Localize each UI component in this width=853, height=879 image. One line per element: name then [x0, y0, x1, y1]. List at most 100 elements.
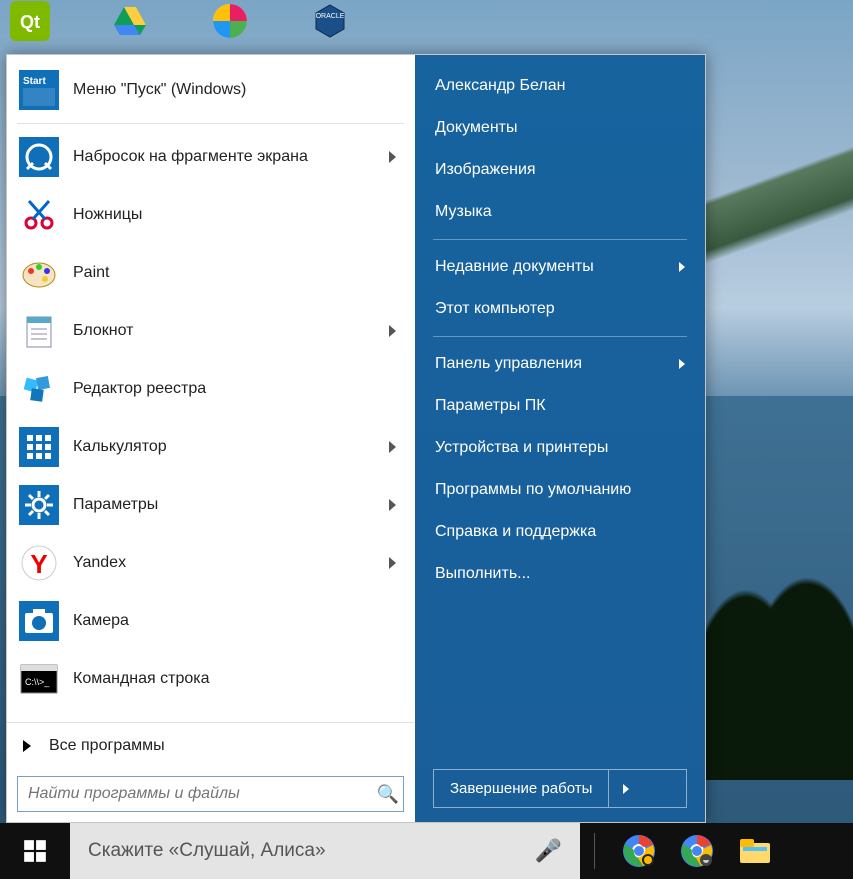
shutdown-row: Завершение работы [415, 759, 705, 822]
link-label: Устройства и принтеры [435, 439, 608, 457]
link-label: Панель управления [435, 355, 582, 373]
program-settings[interactable]: Параметры [13, 476, 408, 534]
start-button[interactable] [0, 823, 70, 879]
pc-settings-link[interactable]: Параметры ПК [415, 385, 705, 427]
link-label: Программы по умолчанию [435, 481, 631, 499]
search-icon[interactable]: 🔍 [373, 784, 403, 805]
default-programs-link[interactable]: Программы по умолчанию [415, 469, 705, 511]
user-name-link[interactable]: Александр Белан [415, 65, 705, 107]
pictures-link[interactable]: Изображения [415, 149, 705, 191]
program-notepad[interactable]: Блокнот [13, 302, 408, 360]
scissors-icon [19, 195, 59, 235]
submenu-arrow-icon [389, 441, 396, 453]
link-label: Изображения [435, 161, 536, 179]
spacer [415, 595, 705, 759]
help-support-link[interactable]: Справка и поддержка [415, 511, 705, 553]
program-label: Блокнот [73, 322, 389, 340]
start-menu-left-pane: Start Меню "Пуск" (Windows) Набросок на … [7, 55, 415, 822]
program-label: Paint [73, 264, 402, 282]
svg-text:Qt: Qt [20, 12, 40, 32]
start-tile-icon: Start [19, 70, 59, 110]
gear-icon [19, 485, 59, 525]
taskbar-chrome-1[interactable] [621, 833, 657, 869]
search-box[interactable]: 🔍 [17, 776, 404, 812]
submenu-arrow-icon [389, 557, 396, 569]
start-menu-divider [17, 123, 404, 124]
regedit-icon [19, 369, 59, 409]
svg-text:Start: Start [23, 76, 46, 87]
windows-logo-icon [22, 838, 48, 864]
program-regedit[interactable]: Редактор реестра [13, 360, 408, 418]
program-label: Камера [73, 612, 402, 630]
wallpaper-trees [700, 480, 853, 780]
control-panel-link[interactable]: Панель управления [415, 343, 705, 385]
shutdown-button[interactable]: Завершение работы [434, 770, 608, 807]
start-menu: Start Меню "Пуск" (Windows) Набросок на … [6, 54, 706, 823]
paint-icon [19, 253, 59, 293]
link-label: Выполнить... [435, 565, 531, 583]
yandex-icon: Y [19, 543, 59, 583]
recent-docs-link[interactable]: Недавние документы [415, 246, 705, 288]
taskbar-file-explorer[interactable] [737, 833, 773, 869]
program-snipping-tool[interactable]: Ножницы [13, 186, 408, 244]
this-pc-link[interactable]: Этот компьютер [415, 288, 705, 330]
devices-printers-link[interactable]: Устройства и принтеры [415, 427, 705, 469]
svg-text:C:\\>_: C:\\>_ [25, 677, 50, 687]
submenu-arrow-icon [389, 325, 396, 337]
shutdown-label: Завершение работы [450, 780, 592, 797]
start-menu-right-pane: Александр Белан Документы Изображения Му… [415, 55, 705, 822]
submenu-arrow-icon [679, 359, 685, 369]
program-label: Калькулятор [73, 438, 389, 456]
desktop-icon-drive[interactable] [110, 1, 150, 41]
snip-sketch-icon [19, 137, 59, 177]
link-label: Недавние документы [435, 258, 594, 276]
run-link[interactable]: Выполнить... [415, 553, 705, 595]
submenu-arrow-icon [679, 262, 685, 272]
music-link[interactable]: Музыка [415, 191, 705, 233]
program-label: Yandex [73, 554, 389, 572]
shutdown-options-button[interactable] [608, 770, 642, 807]
desktop-icon-qt[interactable]: Qt [10, 1, 50, 41]
taskbar-chrome-2[interactable] [679, 833, 715, 869]
all-programs-arrow-icon [23, 740, 31, 752]
start-menu-program-list: Start Меню "Пуск" (Windows) Набросок на … [7, 55, 414, 722]
search-input[interactable] [18, 785, 373, 803]
notepad-icon [19, 311, 59, 351]
taskbar-pinned-apps [609, 823, 853, 879]
taskbar: Скажите «Слушай, Алиса» 🎤 [0, 823, 853, 879]
svg-text:Y: Y [30, 549, 47, 579]
right-divider [433, 336, 687, 337]
program-start-menu-windows[interactable]: Start Меню "Пуск" (Windows) [13, 61, 408, 119]
link-label: Музыка [435, 203, 492, 221]
camera-icon [19, 601, 59, 641]
program-cmd[interactable]: C:\\>_ Командная строка [13, 650, 408, 708]
program-snip-sketch[interactable]: Набросок на фрагменте экрана [13, 128, 408, 186]
link-label: Параметры ПК [435, 397, 546, 415]
right-divider [433, 239, 687, 240]
program-label: Набросок на фрагменте экрана [73, 148, 389, 166]
calculator-icon [19, 427, 59, 467]
desktop-icon-krita[interactable] [210, 1, 250, 41]
program-yandex[interactable]: Y Yandex [13, 534, 408, 592]
program-paint[interactable]: Paint [13, 244, 408, 302]
desktop-icon-virtualbox[interactable]: ORACLE [310, 1, 350, 41]
program-label: Параметры [73, 496, 389, 514]
link-label: Этот компьютер [435, 300, 555, 318]
voice-search-bar[interactable]: Скажите «Слушай, Алиса» 🎤 [70, 823, 580, 879]
taskbar-separator [594, 833, 595, 869]
program-camera[interactable]: Камера [13, 592, 408, 650]
user-name-label: Александр Белан [435, 77, 565, 95]
all-programs-button[interactable]: Все программы [7, 722, 414, 768]
voice-search-text: Скажите «Слушай, Алиса» [88, 840, 326, 862]
program-label: Командная строка [73, 670, 402, 688]
chevron-right-icon [623, 784, 629, 794]
program-label: Меню "Пуск" (Windows) [73, 81, 402, 99]
shutdown-split-button: Завершение работы [433, 769, 687, 808]
program-calculator[interactable]: Калькулятор [13, 418, 408, 476]
documents-link[interactable]: Документы [415, 107, 705, 149]
microphone-icon[interactable]: 🎤 [535, 838, 562, 864]
svg-text:ORACLE: ORACLE [316, 13, 345, 20]
cmd-icon: C:\\>_ [19, 659, 59, 699]
submenu-arrow-icon [389, 151, 396, 163]
desktop-icons-row: Qt ORACLE [10, 0, 350, 42]
